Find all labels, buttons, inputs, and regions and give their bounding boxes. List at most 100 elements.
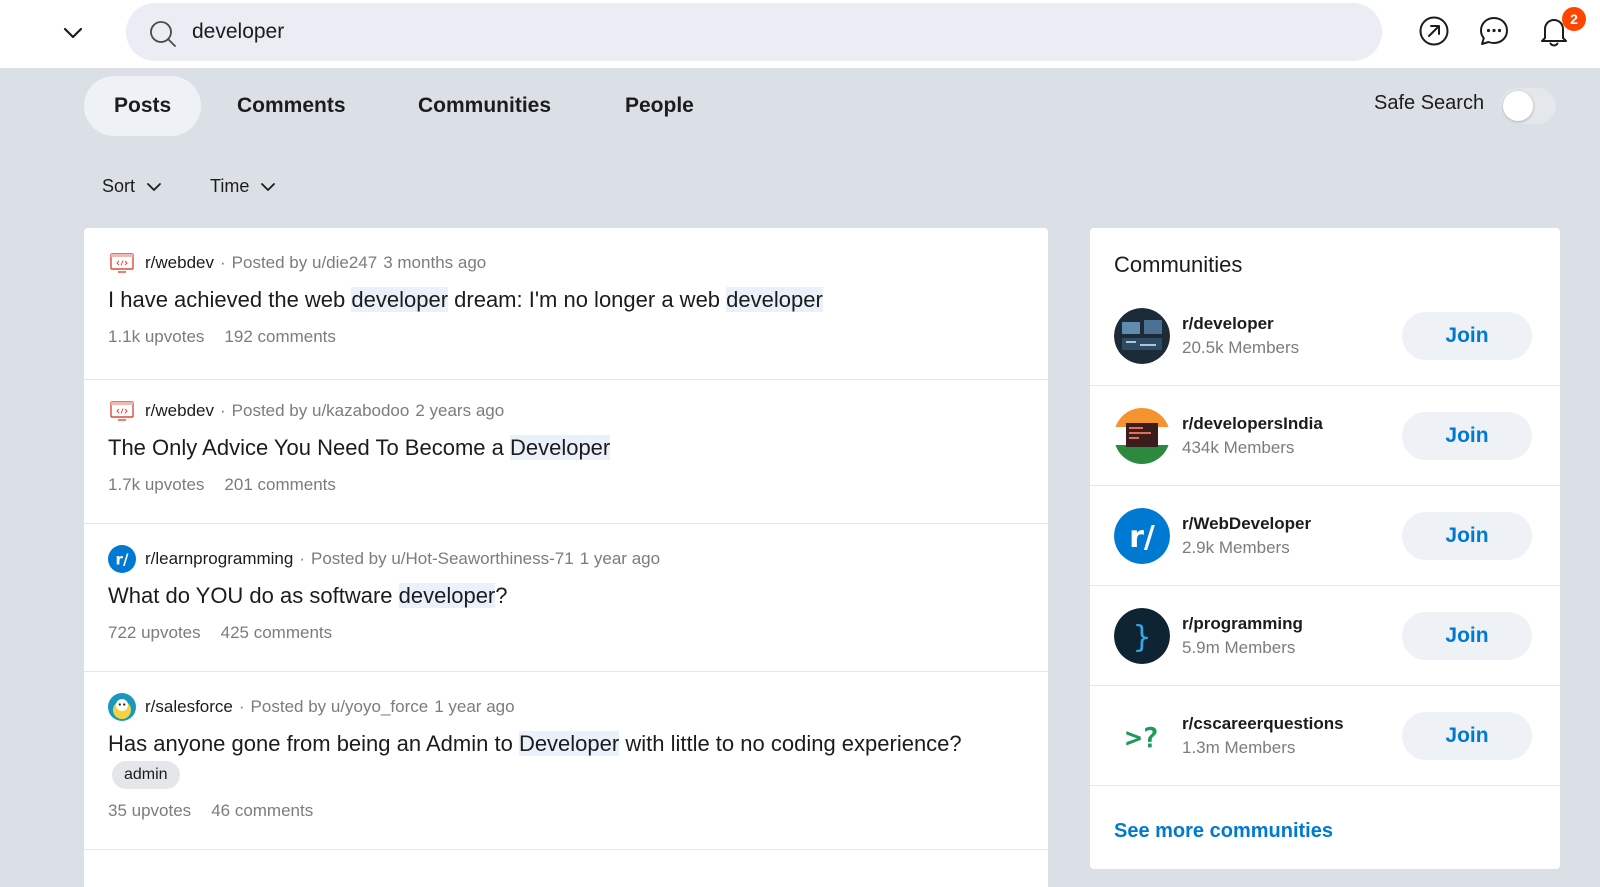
post-age: 3 months ago — [383, 253, 487, 272]
comment-count[interactable]: 46 comments — [211, 801, 313, 821]
join-button[interactable]: Join — [1402, 412, 1532, 460]
communities-title: Communities — [1114, 252, 1243, 277]
communities-panel: Communities r/developer 20.5k Members Jo… — [1090, 228, 1560, 869]
webdeveloper-community-avatar: r/ — [1114, 508, 1170, 564]
title-highlight: Developer — [518, 731, 620, 756]
community-name[interactable]: r/WebDeveloper — [1182, 514, 1311, 534]
separator-dot: · — [219, 253, 226, 272]
subreddit-link[interactable]: r/salesforce — [145, 697, 233, 717]
post-item[interactable]: r/salesforce · Posted by u/yoyo_force 1 … — [84, 672, 1048, 850]
title-text: What do YOU do as software — [108, 583, 399, 608]
safe-search-label: Safe Search — [1374, 92, 1485, 114]
post-author[interactable]: Posted by u/yoyo_force — [251, 697, 429, 717]
notification-badge: 2 — [1562, 7, 1586, 31]
title-highlight: developer — [726, 287, 823, 312]
post-stats: 1.7k upvotes 201 comments — [108, 475, 336, 495]
post-item[interactable]: r/ r/learnprogramming · Posted by u/Hot-… — [84, 524, 1048, 672]
separator-dot: · — [219, 401, 226, 420]
community-name[interactable]: r/developersIndia — [1182, 414, 1323, 434]
community-row[interactable]: >? r/cscareerquestions 1.3m Members Join — [1090, 686, 1560, 786]
upvote-count: 1.1k upvotes — [108, 327, 205, 346]
subreddit-link[interactable]: r/learnprogramming — [145, 549, 293, 569]
see-more-communities-link[interactable]: See more communities — [1114, 820, 1333, 843]
upvote-count: 35 upvotes — [108, 801, 192, 820]
title-highlight: Developer — [509, 435, 611, 460]
search-input[interactable] — [192, 15, 1352, 49]
community-row[interactable]: r/developer 20.5k Members Join — [1090, 286, 1560, 386]
community-name[interactable]: r/programming — [1182, 614, 1303, 634]
post-title[interactable]: The Only Advice You Need To Become a Dev… — [108, 432, 1008, 463]
salesforce-community-icon[interactable] — [108, 693, 136, 721]
comment-count[interactable]: 192 comments — [224, 327, 336, 347]
sort-label: Sort — [102, 176, 136, 196]
post-title[interactable]: Has anyone gone from being an Admin to D… — [108, 728, 1008, 790]
community-members: 434k Members — [1182, 438, 1295, 457]
toggle-knob — [1503, 91, 1533, 121]
post-flair: admin — [112, 761, 180, 789]
community-name[interactable]: r/cscareerquestions — [1182, 714, 1344, 734]
chevron-down-icon — [261, 182, 276, 191]
post-author[interactable]: Posted by u/die247 — [232, 253, 378, 273]
tab-people[interactable]: People — [595, 76, 724, 136]
separator-dot: · — [238, 697, 245, 716]
chevron-down-icon[interactable] — [60, 20, 86, 46]
community-name[interactable]: r/developer — [1182, 314, 1274, 334]
post-meta: r/webdev · Posted by u/die247 3 months a… — [108, 250, 486, 276]
post-author[interactable]: Posted by u/Hot-Seaworthiness-71 — [311, 549, 574, 569]
subreddit-link[interactable]: r/webdev — [145, 401, 214, 421]
post-age: 1 year ago — [434, 697, 515, 716]
cscareerquestions-community-avatar: >? — [1114, 708, 1170, 764]
search-icon — [150, 21, 176, 47]
community-members: 2.9k Members — [1182, 538, 1290, 557]
post-stats: 35 upvotes 46 comments — [108, 801, 313, 821]
post-age: 1 year ago — [579, 549, 661, 568]
time-dropdown[interactable]: Time — [210, 176, 277, 197]
title-text: The Only Advice You Need To Become a — [108, 435, 510, 460]
community-row[interactable]: r/developersIndia 434k Members Join — [1090, 386, 1560, 486]
chat-icon[interactable] — [1477, 14, 1511, 48]
tab-posts[interactable]: Posts — [84, 76, 202, 136]
community-row[interactable]: r/ r/WebDeveloper 2.9k Members Join — [1090, 486, 1560, 586]
tab-comments[interactable]: Comments — [207, 76, 376, 136]
webdev-community-icon[interactable] — [108, 397, 136, 425]
title-text: Has anyone gone from being an Admin to — [108, 731, 519, 756]
svg-text:}: } — [1133, 620, 1151, 655]
learnprogramming-community-icon[interactable]: r/ — [108, 545, 136, 573]
separator-dot: · — [299, 549, 306, 568]
comment-count[interactable]: 201 comments — [224, 475, 336, 495]
title-text: ? — [495, 583, 508, 608]
search-results-posts: r/webdev · Posted by u/die247 3 months a… — [84, 228, 1048, 887]
post-stats: 1.1k upvotes 192 comments — [108, 327, 336, 347]
community-members: 5.9m Members — [1182, 638, 1296, 657]
join-button[interactable]: Join — [1402, 712, 1532, 760]
post-item[interactable]: r/webdev · Posted by u/kazabodoo 2 years… — [84, 376, 1048, 524]
subreddit-link[interactable]: r/webdev — [145, 253, 214, 273]
post-meta: r/ r/learnprogramming · Posted by u/Hot-… — [108, 545, 661, 573]
title-text: with little to no coding experience? — [619, 731, 962, 756]
join-button[interactable]: Join — [1402, 612, 1532, 660]
comment-count[interactable]: 425 comments — [221, 623, 333, 643]
developersindia-community-avatar — [1114, 408, 1170, 464]
top-header: 2 — [0, 0, 1600, 68]
chevron-down-icon — [147, 182, 161, 191]
join-button[interactable]: Join — [1402, 512, 1532, 560]
post-item[interactable]: r/webdev · Posted by u/die247 3 months a… — [84, 228, 1048, 380]
search-bar[interactable] — [126, 3, 1382, 61]
post-stats: 722 upvotes 425 comments — [108, 623, 332, 643]
developer-community-avatar — [1114, 308, 1170, 364]
join-button[interactable]: Join — [1402, 312, 1532, 360]
safe-search-toggle[interactable] — [1500, 88, 1556, 124]
community-row[interactable]: } r/programming 5.9m Members Join — [1090, 586, 1560, 686]
post-author[interactable]: Posted by u/kazabodoo — [232, 401, 410, 421]
webdev-community-icon[interactable] — [108, 249, 136, 277]
sort-dropdown[interactable]: Sort — [102, 176, 163, 197]
svg-text:r/: r/ — [116, 551, 129, 569]
title-highlight: developer — [398, 583, 496, 608]
title-text: I have achieved the web — [108, 287, 352, 312]
upvote-count: 1.7k upvotes — [108, 475, 205, 494]
title-text: dream: I'm no longer a web — [448, 287, 727, 312]
post-title[interactable]: I have achieved the web developer dream:… — [108, 284, 1008, 315]
post-title[interactable]: What do YOU do as software developer? — [108, 580, 1008, 611]
tab-communities[interactable]: Communities — [388, 76, 581, 136]
popular-icon[interactable] — [1417, 14, 1451, 48]
